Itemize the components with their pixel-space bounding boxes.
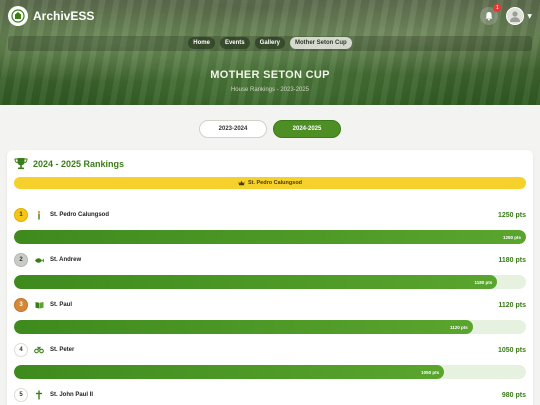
archive-logo-icon (8, 6, 28, 26)
rank-badge: 2 (14, 253, 28, 267)
house-name: St. John Paul II (50, 392, 94, 398)
progress-label: 1250 pts (502, 234, 521, 240)
progress-label: 1120 pts (449, 324, 468, 330)
leader-banner: St. Pedro Calungsod (14, 177, 526, 189)
house-name: St. Peter (50, 347, 75, 353)
torch-icon (34, 210, 44, 220)
tab-2023-2024[interactable]: 2023-2024 (199, 120, 267, 138)
brand-name: ArchivESS (33, 9, 95, 23)
leader-name: St. Pedro Calungsod (247, 180, 303, 186)
rank-badge: 1 (14, 208, 28, 222)
crown-icon (238, 180, 245, 186)
notification-count-badge: 1 (493, 4, 502, 12)
user-icon (510, 11, 521, 22)
progress-fill: 1120 pts (14, 320, 473, 334)
top-navbar: ArchivESS 1 ▼ (0, 0, 540, 32)
progress-fill: 1050 pts (14, 365, 445, 379)
progress-track: 1180 pts (14, 275, 526, 289)
brand-logo[interactable]: ArchivESS (8, 6, 94, 26)
cross-icon (34, 390, 44, 400)
ranking-row: 3 St. Paul 1120 pts (14, 297, 526, 313)
chevron-down-icon: ▼ (527, 12, 532, 20)
keys-icon (34, 346, 44, 354)
house-points: 1250 pts (497, 211, 526, 219)
book-icon (34, 301, 44, 309)
progress-label: 1050 pts (421, 369, 440, 375)
house-name: St. Andrew (50, 257, 82, 263)
house-name: St. Pedro Calungsod (50, 212, 110, 218)
page-subtitle: House Rankings - 2023-2025 (230, 87, 310, 93)
house-points: 980 pts (501, 391, 526, 399)
rank-badge: 3 (14, 298, 28, 312)
progress-fill: 1250 pts (14, 230, 526, 244)
rankings-title: 2024 - 2025 Rankings (33, 158, 125, 169)
progress-label: 1180 pts (474, 279, 493, 285)
progress-track: 1250 pts (14, 230, 526, 244)
rank-badge: 5 (14, 388, 28, 402)
progress-fill: 1180 pts (14, 275, 498, 289)
breadcrumb: Home Events Gallery Mother Seton Cup (0, 37, 540, 49)
trophy-icon (14, 158, 28, 170)
tab-2024-2025[interactable]: 2024-2025 (273, 120, 341, 138)
ranking-row: 4 St. Peter 1050 pts (14, 342, 526, 358)
rankings-card: 2024 - 2025 Rankings St. Pedro Calungsod… (7, 150, 533, 405)
fish-icon (34, 257, 44, 264)
avatar (506, 7, 525, 25)
progress-track: 1120 pts (14, 320, 526, 334)
house-points: 1120 pts (498, 301, 526, 309)
breadcrumb-gallery[interactable]: Gallery (254, 37, 286, 49)
breadcrumb-home[interactable]: Home (188, 37, 215, 49)
breadcrumb-current[interactable]: Mother Seton Cup (290, 37, 352, 49)
house-points: 1180 pts (498, 256, 526, 264)
breadcrumb-events[interactable]: Events (219, 37, 250, 49)
house-name: St. Paul (50, 302, 73, 308)
rank-badge: 4 (14, 343, 28, 357)
progress-track: 1050 pts (14, 365, 526, 379)
ranking-row: 1 St. Pedro Calungsod 1250 pts (14, 207, 526, 223)
user-menu[interactable]: ▼ (506, 7, 532, 25)
house-points: 1050 pts (497, 346, 526, 354)
bell-icon (485, 12, 493, 21)
notifications-button[interactable]: 1 (480, 4, 502, 25)
year-tabs: 2023-2024 2024-2025 (0, 120, 540, 138)
ranking-row: 2 St. Andrew 1180 pts (14, 252, 526, 268)
ranking-row: 5 St. John Paul II 980 pts (14, 387, 526, 403)
page-title: MOTHER SETON CUP (210, 69, 330, 81)
